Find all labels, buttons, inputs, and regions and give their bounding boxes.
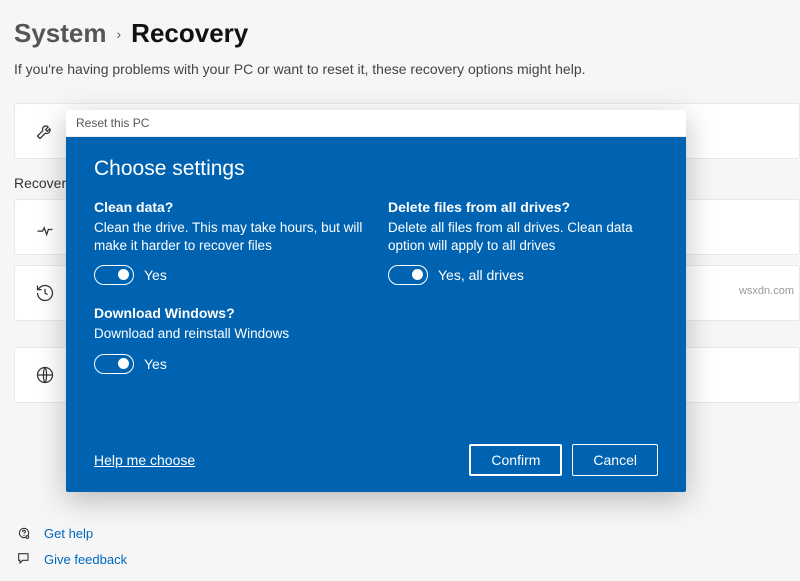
- dialog-titlebar: Reset this PC: [66, 110, 686, 137]
- dialog-footer: Help me choose Confirm Cancel: [94, 434, 658, 476]
- delete-all-drives-toggle[interactable]: [388, 265, 428, 285]
- toggle-row: Yes, all drives: [388, 265, 658, 285]
- feedback-icon: [16, 551, 32, 567]
- toggle-row: Yes: [94, 265, 364, 285]
- get-help-link[interactable]: Get help: [16, 525, 127, 541]
- setting-download-windows: Download Windows? Download and reinstall…: [94, 305, 364, 373]
- dialog-body: Choose settings Clean data? Clean the dr…: [66, 137, 686, 492]
- settings-col-left: Clean data? Clean the drive. This may ta…: [94, 199, 364, 394]
- toggle-label: Yes: [144, 267, 167, 283]
- breadcrumb-current: Recovery: [131, 18, 248, 49]
- cancel-button[interactable]: Cancel: [572, 444, 658, 476]
- dialog-heading: Choose settings: [94, 157, 658, 181]
- setting-clean-data: Clean data? Clean the drive. This may ta…: [94, 199, 364, 285]
- troubleshoot-icon: [31, 217, 59, 237]
- globe-restart-icon: [31, 365, 59, 385]
- settings-col-right: Delete files from all drives? Delete all…: [388, 199, 658, 394]
- download-windows-toggle[interactable]: [94, 354, 134, 374]
- setting-title: Download Windows?: [94, 305, 364, 321]
- footer-links: Get help Give feedback: [16, 515, 127, 567]
- get-help-label: Get help: [44, 526, 93, 541]
- chevron-right-icon: ›: [117, 26, 122, 42]
- breadcrumb: System › Recovery: [14, 18, 800, 49]
- setting-desc: Delete all files from all drives. Clean …: [388, 219, 658, 255]
- breadcrumb-parent[interactable]: System: [14, 18, 107, 49]
- clean-data-toggle[interactable]: [94, 265, 134, 285]
- give-feedback-link[interactable]: Give feedback: [16, 551, 127, 567]
- setting-title: Clean data?: [94, 199, 364, 215]
- setting-desc: Download and reinstall Windows: [94, 325, 364, 343]
- give-feedback-label: Give feedback: [44, 552, 127, 567]
- watermark: wsxdn.com: [739, 285, 794, 297]
- confirm-button[interactable]: Confirm: [469, 444, 562, 476]
- dialog-button-row: Confirm Cancel: [469, 444, 658, 476]
- settings-grid: Clean data? Clean the drive. This may ta…: [94, 199, 658, 394]
- history-icon: [31, 283, 59, 303]
- help-me-choose-link[interactable]: Help me choose: [94, 452, 195, 468]
- setting-delete-all-drives: Delete files from all drives? Delete all…: [388, 199, 658, 285]
- setting-title: Delete files from all drives?: [388, 199, 658, 215]
- setting-desc: Clean the drive. This may take hours, bu…: [94, 219, 364, 255]
- reset-pc-dialog: Reset this PC Choose settings Clean data…: [66, 110, 686, 492]
- toggle-row: Yes: [94, 354, 364, 374]
- toggle-label: Yes, all drives: [438, 267, 524, 283]
- toggle-label: Yes: [144, 356, 167, 372]
- help-icon: [16, 525, 32, 541]
- page-subtitle: If you're having problems with your PC o…: [14, 61, 800, 77]
- wrench-icon: [31, 121, 59, 141]
